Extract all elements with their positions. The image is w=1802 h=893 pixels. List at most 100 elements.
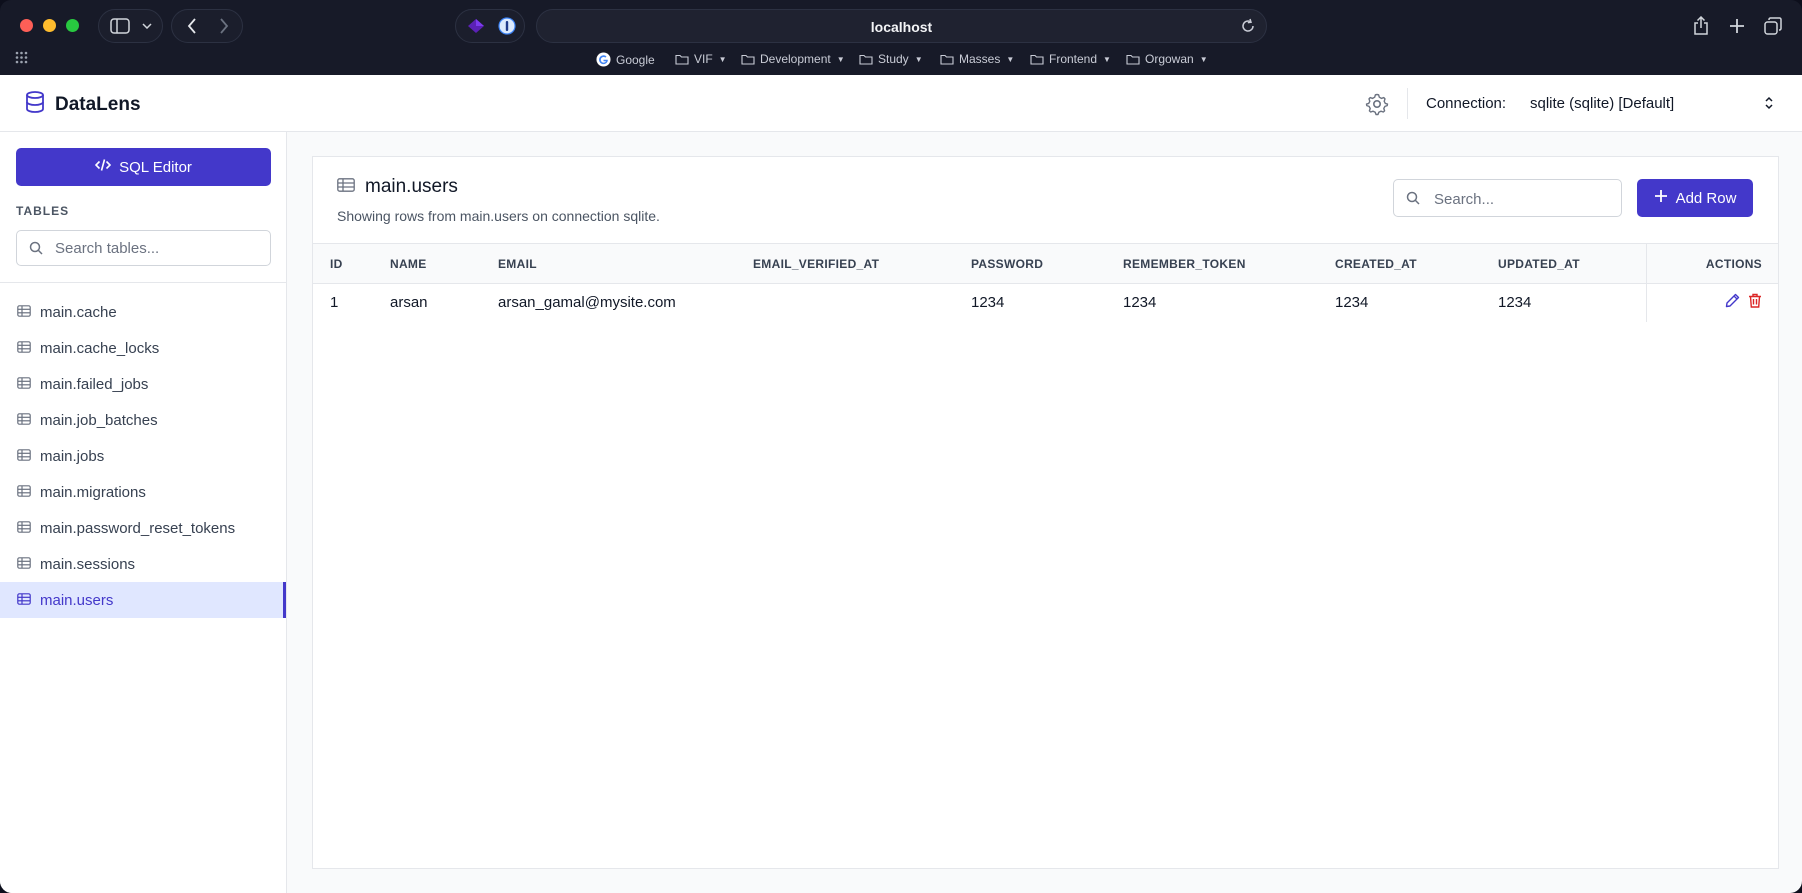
cell-name[interactable]: arsan bbox=[390, 284, 498, 322]
folder-icon bbox=[741, 54, 755, 65]
table-item-label: main.jobs bbox=[40, 447, 105, 465]
connection-select[interactable]: sqlite (sqlite) [Default] bbox=[1520, 86, 1782, 120]
chevron-down-icon: ▼ bbox=[914, 54, 923, 64]
panel-subtitle: Showing rows from main.users on connecti… bbox=[337, 208, 660, 224]
column-header-password[interactable]: PASSWORD bbox=[971, 244, 1123, 284]
table-item-label: main.sessions bbox=[40, 555, 136, 573]
cell-password[interactable]: 1234 bbox=[971, 284, 1123, 322]
maximize-window-button[interactable] bbox=[66, 19, 79, 32]
bookmark-label: VIF bbox=[694, 52, 713, 66]
sql-editor-button[interactable]: SQL Editor bbox=[16, 148, 271, 186]
bookmark-label: Frontend bbox=[1049, 52, 1098, 66]
edit-pencil-icon[interactable] bbox=[1725, 293, 1740, 312]
chevron-down-icon: ▼ bbox=[1103, 54, 1111, 64]
bookmark-folder-vif[interactable]: VIF ▼ bbox=[675, 52, 727, 66]
close-window-button[interactable] bbox=[20, 19, 33, 32]
bookmark-label: Development bbox=[760, 52, 831, 66]
brand[interactable]: DataLens bbox=[25, 91, 141, 118]
table-icon bbox=[337, 176, 355, 198]
add-row-label: Add Row bbox=[1675, 189, 1737, 207]
panel-title: main.users bbox=[337, 176, 458, 198]
folder-icon bbox=[859, 54, 873, 65]
sql-editor-label: SQL Editor bbox=[119, 158, 192, 176]
sidebar-item-main-jobs[interactable]: main.jobs bbox=[0, 438, 286, 474]
cell-actions bbox=[1645, 283, 1778, 322]
back-arrow-icon[interactable] bbox=[178, 10, 206, 42]
bookmark-label: Masses bbox=[959, 52, 1001, 66]
bookmark-folder-masses[interactable]: Masses ▼ bbox=[940, 52, 1014, 66]
bookmark-google[interactable]: Google bbox=[596, 52, 655, 67]
table-row[interactable]: 1 arsan arsan_gamal@mysite.com 1234 1234… bbox=[313, 283, 1778, 322]
sidebar-item-main-job-batches[interactable]: main.job_batches bbox=[0, 402, 286, 438]
sidebar-item-main-cache[interactable]: main.cache bbox=[0, 294, 286, 330]
column-header-remember-token[interactable]: REMEMBER_TOKEN bbox=[1123, 244, 1335, 284]
tables-heading: TABLES bbox=[16, 204, 70, 218]
sidebar-toggle-icon[interactable] bbox=[107, 10, 133, 42]
code-icon bbox=[94, 158, 112, 176]
bookmark-folder-study[interactable]: Study ▼ bbox=[859, 52, 923, 66]
sidebar: SQL Editor TABLES main.cache main.cache_… bbox=[0, 132, 287, 893]
extension-diamond-icon[interactable] bbox=[462, 10, 490, 42]
connection-label: Connection: bbox=[1426, 95, 1507, 112]
address-bar[interactable]: localhost bbox=[536, 9, 1267, 43]
cell-updated-at[interactable]: 1234 bbox=[1498, 284, 1646, 322]
folder-icon bbox=[1030, 54, 1044, 65]
column-header-created-at[interactable]: CREATED_AT bbox=[1335, 244, 1498, 284]
select-updown-icon bbox=[1764, 96, 1774, 115]
column-header-email-verified-at[interactable]: EMAIL_VERIFIED_AT bbox=[753, 244, 971, 284]
share-icon[interactable] bbox=[1687, 12, 1715, 40]
chevron-down-icon: ▼ bbox=[718, 54, 727, 64]
tab-overview-icon[interactable] bbox=[1759, 12, 1787, 40]
column-header-email[interactable]: EMAIL bbox=[498, 244, 753, 284]
app-window: DataLens Connection: sqlite (sqlite) [De… bbox=[0, 75, 1802, 893]
bookmark-folder-frontend[interactable]: Frontend ▼ bbox=[1030, 52, 1111, 66]
cell-id[interactable]: 1 bbox=[313, 284, 390, 322]
table-search bbox=[16, 230, 271, 266]
bookmark-folder-orgowan[interactable]: Orgowan ▼ bbox=[1126, 52, 1208, 66]
sidebar-item-main-migrations[interactable]: main.migrations bbox=[0, 474, 286, 510]
chevron-down-icon[interactable] bbox=[137, 10, 157, 42]
chevron-down-icon: ▼ bbox=[1006, 54, 1015, 64]
chevron-down-icon: ▼ bbox=[836, 54, 845, 64]
bookmark-label: Study bbox=[878, 52, 909, 66]
bookmark-label: Orgowan bbox=[1145, 52, 1194, 66]
column-header-updated-at[interactable]: UPDATED_AT bbox=[1498, 244, 1646, 284]
reload-icon[interactable] bbox=[1240, 18, 1256, 39]
table-icon bbox=[17, 592, 31, 609]
forward-arrow-icon[interactable] bbox=[210, 10, 238, 42]
extensions-group bbox=[455, 9, 525, 43]
sidebar-divider bbox=[0, 282, 286, 283]
minimize-window-button[interactable] bbox=[43, 19, 56, 32]
sidebar-item-main-sessions[interactable]: main.sessions bbox=[0, 546, 286, 582]
table-header-row: ID NAME EMAIL EMAIL_VERIFIED_AT PASSWORD… bbox=[313, 243, 1778, 284]
cell-email-verified-at[interactable] bbox=[753, 284, 971, 322]
data-table: ID NAME EMAIL EMAIL_VERIFIED_AT PASSWORD… bbox=[313, 243, 1778, 322]
table-icon bbox=[17, 448, 31, 465]
cell-created-at[interactable]: 1234 bbox=[1335, 284, 1498, 322]
history-nav-group bbox=[171, 9, 243, 43]
add-row-button[interactable]: Add Row bbox=[1637, 179, 1753, 217]
apps-grid-icon[interactable] bbox=[15, 51, 28, 64]
trash-icon[interactable] bbox=[1748, 293, 1762, 312]
column-header-id[interactable]: ID bbox=[313, 244, 390, 284]
table-item-label: main.cache_locks bbox=[40, 339, 160, 357]
gear-icon[interactable] bbox=[1365, 92, 1389, 116]
table-list: main.cache main.cache_locks main.failed_… bbox=[0, 294, 286, 618]
cell-remember-token[interactable]: 1234 bbox=[1123, 284, 1335, 322]
table-search-input[interactable] bbox=[55, 238, 255, 258]
sidebar-item-main-password-reset-tokens[interactable]: main.password_reset_tokens bbox=[0, 510, 286, 546]
connection-value: sqlite (sqlite) [Default] bbox=[1530, 95, 1675, 112]
chevron-down-icon: ▼ bbox=[1199, 54, 1208, 64]
sidebar-item-main-cache-locks[interactable]: main.cache_locks bbox=[0, 330, 286, 366]
row-search-input[interactable] bbox=[1434, 189, 1614, 209]
column-header-name[interactable]: NAME bbox=[390, 244, 498, 284]
sidebar-toggle-group bbox=[98, 9, 163, 43]
sidebar-item-main-failed-jobs[interactable]: main.failed_jobs bbox=[0, 366, 286, 402]
cell-email[interactable]: arsan_gamal@mysite.com bbox=[498, 284, 753, 322]
bookmark-folder-development[interactable]: Development ▼ bbox=[741, 52, 845, 66]
sidebar-item-main-users[interactable]: main.users bbox=[0, 582, 286, 618]
new-tab-icon[interactable] bbox=[1723, 12, 1751, 40]
folder-icon bbox=[1126, 54, 1140, 65]
table-icon bbox=[17, 304, 31, 321]
password-manager-icon[interactable] bbox=[494, 10, 520, 42]
